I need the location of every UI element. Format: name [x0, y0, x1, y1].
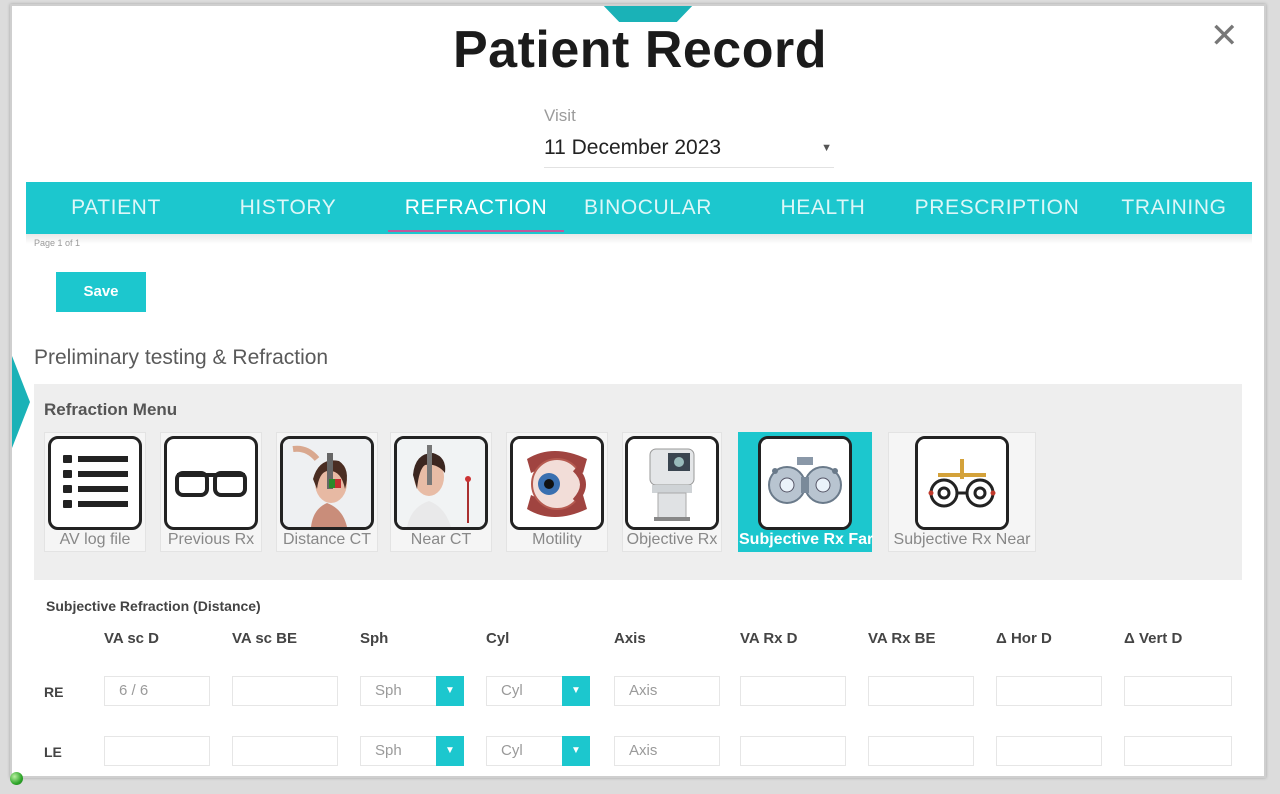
menu-item-label: AV log file — [59, 531, 131, 548]
menu-item-label: Near CT — [410, 531, 472, 548]
glasses-icon — [164, 436, 258, 530]
app-window: Patient Record ✕ Visit 11 December 2023 … — [0, 0, 1280, 794]
sph-select-value: Sph — [375, 682, 402, 699]
column-header: VA sc BE — [232, 630, 298, 647]
menu-item-subjective-rx-near[interactable]: Subjective Rx Near — [888, 432, 1036, 552]
tab-patient[interactable]: PATIENT — [66, 182, 166, 234]
menu-item-label: Motility — [532, 531, 582, 548]
autorefractor-icon — [625, 436, 719, 530]
tab-binocular[interactable]: BINOCULAR — [578, 182, 718, 234]
column-header: Axis — [614, 630, 646, 647]
status-indicator-icon — [10, 772, 23, 785]
va-rx-d-input-re[interactable] — [740, 676, 846, 706]
subjective-refraction-title: Subjective Refraction (Distance) — [46, 598, 261, 614]
menu-item-subjective-rx-far[interactable]: Subjective Rx Far — [738, 432, 874, 552]
page-info: Page 1 of 1 — [34, 238, 81, 248]
delta-hor-d-input-le[interactable] — [996, 736, 1102, 766]
menu-item-near-ct[interactable]: Near CT — [390, 432, 492, 552]
menu-item-label: Subjective Rx Far — [739, 531, 874, 548]
axis-input-le[interactable]: Axis — [614, 736, 720, 766]
visit-label: Visit — [544, 106, 576, 125]
menu-item-previous-rx[interactable]: Previous Rx — [160, 432, 262, 552]
tab-training[interactable]: TRAINING — [1114, 182, 1234, 234]
menu-item-distance-ct[interactable]: Distance CT — [276, 432, 378, 552]
row-label-re: RE — [44, 684, 64, 700]
section-title: Preliminary testing & Refraction — [34, 346, 329, 369]
menu-item-label: Objective Rx — [626, 531, 718, 548]
cyl-select-value: Cyl — [501, 682, 523, 699]
va-rx-be-input-le[interactable] — [868, 736, 974, 766]
save-button[interactable]: Save — [56, 272, 146, 312]
patient-record-modal: Patient Record ✕ Visit 11 December 2023 … — [10, 4, 1266, 778]
tab-prescription[interactable]: PRESCRIPTION — [912, 182, 1082, 234]
column-header: Δ Vert D — [1124, 630, 1183, 647]
refraction-menu: Refraction Menu AV log file Previous Rx … — [34, 384, 1242, 580]
delta-hor-d-input-re[interactable] — [996, 676, 1102, 706]
va-sc-be-input-le[interactable] — [232, 736, 338, 766]
sph-select-re[interactable]: Sph ▼ — [360, 676, 464, 706]
axis-input-re[interactable]: Axis — [614, 676, 720, 706]
menu-item-label: Subjective Rx Near — [893, 531, 1031, 548]
menu-item-av-log-file[interactable]: AV log file — [44, 432, 146, 552]
visit-select-value: 11 December 2023 — [544, 136, 722, 159]
chevron-down-icon[interactable]: ▼ — [562, 676, 590, 706]
list-icon — [48, 436, 142, 530]
near-test-photo — [394, 436, 488, 530]
va-sc-be-input-re[interactable] — [232, 676, 338, 706]
sph-select-le[interactable]: Sph ▼ — [360, 736, 464, 766]
refraction-menu-title: Refraction Menu — [44, 400, 178, 419]
column-header: Cyl — [486, 630, 510, 647]
phoropter-icon — [758, 436, 852, 530]
menu-item-motility[interactable]: Motility — [506, 432, 608, 552]
sph-select-value: Sph — [375, 742, 402, 759]
cyl-select-le[interactable]: Cyl ▼ — [486, 736, 590, 766]
row-label-le: LE — [44, 744, 62, 760]
phoropter-near-icon — [915, 436, 1009, 530]
tab-history[interactable]: HISTORY — [238, 182, 338, 234]
page-title: Patient Record — [453, 21, 827, 79]
va-rx-d-input-le[interactable] — [740, 736, 846, 766]
delta-vert-d-input-le[interactable] — [1124, 736, 1232, 766]
side-nav-handle[interactable] — [12, 356, 30, 448]
delta-vert-d-input-re[interactable] — [1124, 676, 1232, 706]
column-header: VA Rx D — [740, 630, 798, 647]
eye-anatomy-icon — [510, 436, 604, 530]
column-header: Δ Hor D — [996, 630, 1052, 647]
va-sc-d-input-le[interactable] — [104, 736, 210, 766]
column-header: VA sc D — [104, 630, 160, 647]
tab-bar: PATIENT HISTORY REFRACTION BINOCULAR HEA… — [26, 182, 1252, 234]
va-sc-d-input-re[interactable]: 6 / 6 — [104, 676, 210, 706]
column-header: VA Rx BE — [868, 630, 936, 647]
chevron-down-icon[interactable]: ▼ — [436, 676, 464, 706]
menu-item-label: Previous Rx — [167, 531, 255, 548]
caret-down-icon: ▼ — [821, 142, 832, 154]
tab-refraction[interactable]: REFRACTION — [388, 182, 564, 234]
cover-test-photo — [280, 436, 374, 530]
chevron-down-icon[interactable]: ▼ — [436, 736, 464, 766]
tab-health[interactable]: HEALTH — [768, 182, 878, 234]
visit-select[interactable]: 11 December 2023 ▼ — [544, 132, 834, 168]
chevron-down-icon[interactable]: ▼ — [562, 736, 590, 766]
va-rx-be-input-re[interactable] — [868, 676, 974, 706]
cyl-select-re[interactable]: Cyl ▼ — [486, 676, 590, 706]
tab-bar-shadow — [26, 234, 1252, 244]
close-icon[interactable]: ✕ — [1210, 19, 1239, 53]
menu-item-label: Distance CT — [282, 531, 372, 548]
menu-item-objective-rx[interactable]: Objective Rx — [622, 432, 722, 552]
column-header: Sph — [360, 630, 389, 647]
cyl-select-value: Cyl — [501, 742, 523, 759]
